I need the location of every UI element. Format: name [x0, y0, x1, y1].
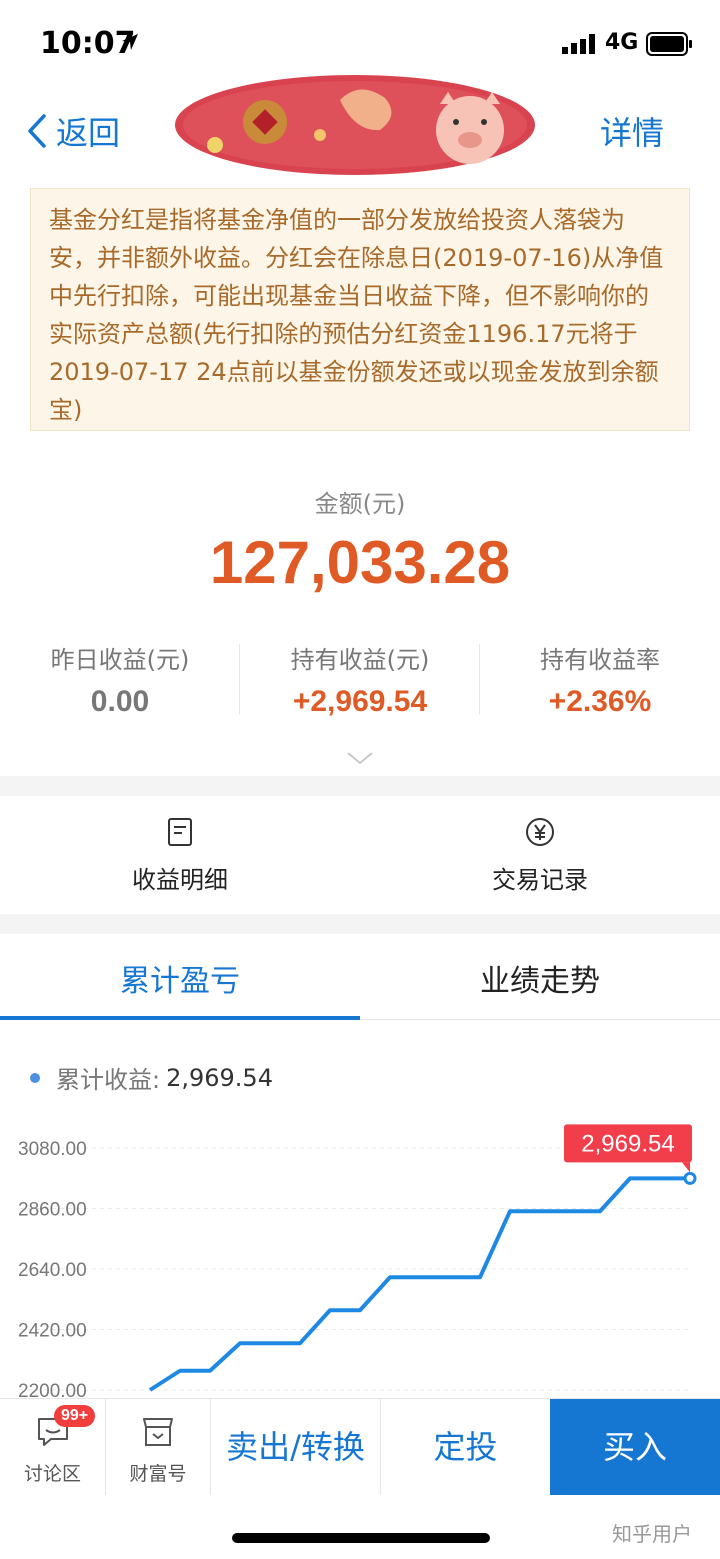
bottom-action-bar: 99+ 讨论区 财富号 卖出/转换 定投 买入	[0, 1398, 720, 1495]
discuss-button[interactable]: 99+ 讨论区	[0, 1399, 105, 1495]
y-tick-label: 2640.00	[18, 1260, 87, 1281]
income-detail-label: 收益明细	[132, 866, 228, 894]
dividend-notice: 基金分红是指将基金净值的一部分发放给投资人落袋为安，并非额外收益。分红会在除息日…	[30, 188, 690, 431]
trade-record-label: 交易记录	[492, 866, 588, 894]
fixed-invest-button[interactable]: 定投	[381, 1399, 550, 1495]
amount-value: 127,033.28	[209, 529, 511, 596]
network-type: 4G	[605, 30, 639, 55]
buy-button[interactable]: 买入	[550, 1399, 720, 1495]
y-tick-label: 2420.00	[18, 1321, 87, 1342]
location-arrow-icon	[122, 34, 138, 50]
home-indicator	[232, 1533, 490, 1543]
expand-chevron-icon[interactable]	[346, 750, 374, 766]
tooltip-value: 2,969.54	[581, 1130, 674, 1157]
endpoint-marker	[683, 1171, 697, 1185]
sell-convert-button[interactable]: 卖出/转换	[211, 1399, 380, 1495]
stat-holding-rate: 持有收益率 +2.36%	[480, 640, 720, 719]
chevron-left-icon	[28, 114, 46, 148]
nav-bar: 返回 详情	[0, 75, 720, 178]
section-gap	[0, 914, 720, 934]
stat-label: 持有收益(元)	[290, 646, 430, 674]
cumulative-pnl-chart: 3080.002860.002640.002420.002200.002,969…	[18, 1124, 697, 1400]
discuss-label: 讨论区	[23, 1463, 81, 1485]
income-detail-button[interactable]: 收益明细	[0, 816, 360, 895]
y-tick-label: 3080.00	[18, 1139, 87, 1160]
back-button[interactable]: 返回	[26, 108, 120, 154]
stats-row: 昨日收益(元) 0.00 持有收益(元) +2,969.54 持有收益率 +2.…	[0, 640, 720, 720]
back-label: 返回	[56, 114, 121, 152]
festive-pig-decoration	[175, 75, 535, 175]
tab-bar: 累计盈亏 业绩走势	[0, 934, 720, 1020]
detail-link[interactable]: 详情	[600, 108, 664, 154]
stat-label: 昨日收益(元)	[50, 646, 190, 674]
amount-label: 金额(元)	[314, 490, 406, 518]
stat-yesterday: 昨日收益(元) 0.00	[0, 640, 240, 719]
discuss-badge: 99+	[54, 1405, 96, 1427]
tab-performance-trend[interactable]: 业绩走势	[360, 956, 720, 1000]
legend-dot	[30, 1072, 40, 1083]
y-tick-label: 2860.00	[18, 1200, 87, 1221]
battery-icon	[646, 32, 692, 56]
legend-label: 累计收益:	[56, 1066, 161, 1094]
actions-row: 收益明细 交易记录	[0, 796, 720, 914]
wealth-button[interactable]: 财富号	[106, 1399, 210, 1495]
yuan-circle-icon	[526, 818, 554, 846]
chart-legend: 累计收益: 2,969.54	[30, 1060, 273, 1095]
stat-value: +2,969.54	[292, 685, 428, 718]
tooltip-pointer	[682, 1162, 690, 1173]
section-gap	[0, 776, 720, 796]
series-line	[148, 1176, 690, 1392]
trade-record-button[interactable]: 交易记录	[360, 816, 720, 895]
stat-value: +2.36%	[548, 685, 652, 718]
store-icon	[143, 1418, 173, 1446]
stat-holding-profit: 持有收益(元) +2,969.54	[240, 640, 480, 719]
wealth-label: 财富号	[129, 1463, 187, 1485]
watermark: 知乎用户	[612, 1522, 692, 1546]
signal-icon	[562, 34, 595, 54]
legend-value: 2,969.54	[166, 1063, 273, 1092]
tab-cumulative-pnl[interactable]: 累计盈亏	[0, 956, 360, 1000]
stat-value: 0.00	[90, 685, 150, 718]
document-icon	[168, 818, 192, 846]
stat-label: 持有收益率	[540, 646, 660, 674]
active-tab-indicator	[0, 1016, 360, 1020]
